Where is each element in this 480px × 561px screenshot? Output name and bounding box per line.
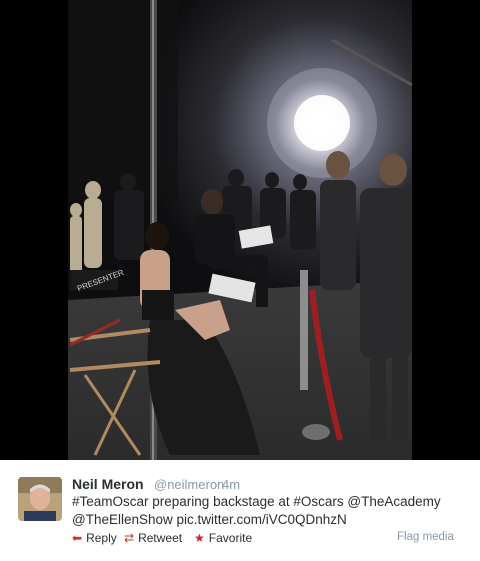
favorite-button[interactable]: ★ Favorite bbox=[194, 531, 252, 545]
retweet-button[interactable]: ⇄ Retweet bbox=[124, 531, 182, 545]
reply-button[interactable]: ⬅ Reply bbox=[72, 531, 117, 545]
profile-photo bbox=[18, 477, 62, 521]
backstage-photo-illustration: PRESENTER bbox=[0, 0, 480, 460]
flag-media-link[interactable]: Flag media bbox=[397, 531, 454, 543]
tweet-photo[interactable]: PRESENTER bbox=[0, 0, 480, 460]
retweet-label: Retweet bbox=[138, 531, 183, 545]
timestamp[interactable]: 4m bbox=[222, 477, 240, 492]
reply-label: Reply bbox=[86, 531, 117, 545]
tweet-text-line-2: @TheEllenShow pic.twitter.com/iVC0QDnhzN bbox=[72, 512, 347, 527]
author-name[interactable]: Neil Meron bbox=[72, 476, 144, 492]
avatar[interactable] bbox=[18, 477, 62, 521]
star-icon: ★ bbox=[194, 531, 205, 545]
reply-arrow-icon: ⬅ bbox=[72, 531, 83, 545]
tweet-text-line-1: #TeamOscar preparing backstage at #Oscar… bbox=[72, 494, 441, 509]
retweet-icon: ⇄ bbox=[124, 531, 135, 545]
meta-separator: · bbox=[214, 477, 219, 492]
favorite-label: Favorite bbox=[208, 531, 253, 545]
